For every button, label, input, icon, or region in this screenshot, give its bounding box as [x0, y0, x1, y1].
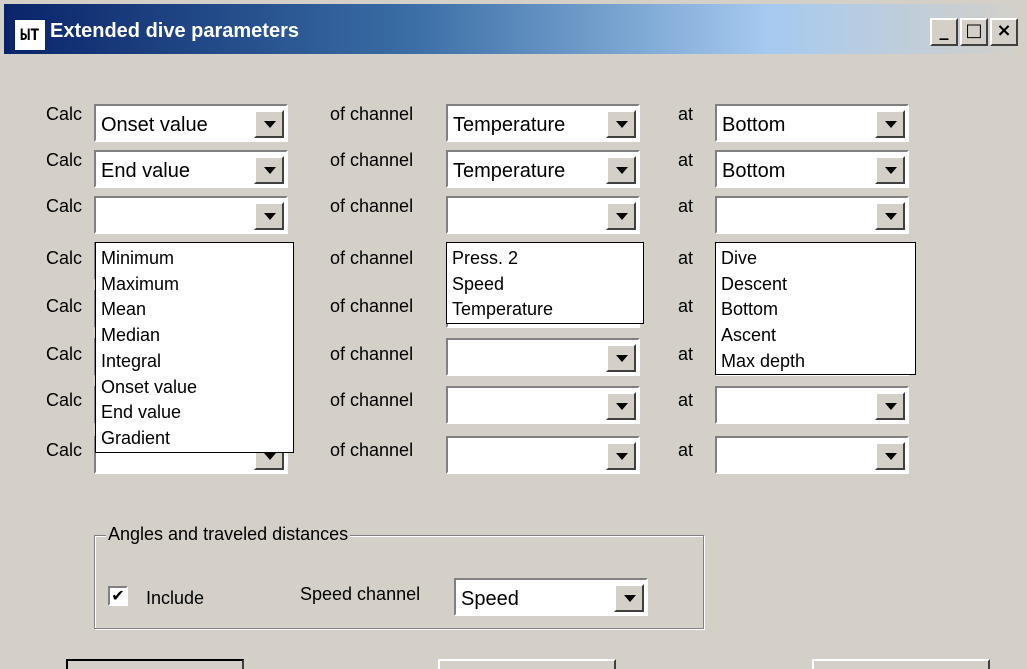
- channel-select-6[interactable]: [446, 338, 640, 376]
- calc-label: Calc: [46, 390, 83, 410]
- at-label: at: [678, 150, 694, 170]
- speed-channel-select[interactable]: Speed: [454, 578, 648, 616]
- calc-label: Calc: [46, 344, 83, 364]
- dropdown-arrow-icon[interactable]: [606, 392, 636, 420]
- at-select-3[interactable]: [715, 196, 909, 234]
- at-select-7[interactable]: [715, 386, 909, 424]
- of-channel-label: of channel: [330, 248, 414, 268]
- minimize-button[interactable]: _: [930, 18, 958, 46]
- of-channel-label: of channel: [330, 440, 414, 460]
- channel-select-value: Temperature: [453, 160, 566, 182]
- dropdown-arrow-icon[interactable]: [875, 156, 905, 184]
- dropdown-arrow-icon[interactable]: [606, 344, 636, 372]
- of-channel-label: of channel: [330, 296, 414, 316]
- calc-select-3[interactable]: [94, 196, 288, 234]
- angles-group-title: Angles and traveled distances: [106, 522, 351, 546]
- title-bar[interactable]: ЫТ Extended dive parameters _ □ ×: [4, 4, 1023, 54]
- dropdown-arrow-icon[interactable]: [875, 202, 905, 230]
- dialog-button-2[interactable]: [438, 659, 616, 669]
- calc-select-2[interactable]: End value: [94, 150, 288, 188]
- channel-select-2[interactable]: Temperature: [446, 150, 640, 188]
- channel-select-3[interactable]: [446, 196, 640, 234]
- at-dropdown-list[interactable]: Dive Descent Bottom Ascent Max depth: [715, 242, 916, 375]
- at-select-8[interactable]: [715, 436, 909, 474]
- calc-option[interactable]: Integral: [96, 349, 293, 375]
- speed-channel-label: Speed channel: [300, 584, 421, 604]
- channel-dropdown-list[interactable]: Press. 2 Speed Temperature: [446, 242, 644, 324]
- at-select-value: Bottom: [722, 114, 786, 136]
- at-select-1[interactable]: Bottom: [715, 104, 909, 142]
- at-select-2[interactable]: Bottom: [715, 150, 909, 188]
- channel-select-value: Temperature: [453, 114, 566, 136]
- at-label: at: [678, 344, 694, 364]
- dropdown-arrow-icon[interactable]: [875, 442, 905, 470]
- calc-label: Calc: [46, 150, 83, 170]
- of-channel-label: of channel: [330, 344, 414, 364]
- dropdown-arrow-icon[interactable]: [606, 202, 636, 230]
- calc-option[interactable]: Onset value: [96, 375, 293, 401]
- at-label: at: [678, 440, 694, 460]
- at-label: at: [678, 390, 694, 410]
- calc-label: Calc: [46, 196, 83, 216]
- of-channel-label: of channel: [330, 390, 414, 410]
- channel-select-7[interactable]: [446, 386, 640, 424]
- channel-select-1[interactable]: Temperature: [446, 104, 640, 142]
- include-label[interactable]: Include: [146, 588, 204, 608]
- calc-select-1[interactable]: Onset value: [94, 104, 288, 142]
- at-label: at: [678, 104, 694, 124]
- calc-select-value: Onset value: [101, 114, 208, 136]
- dropdown-arrow-icon[interactable]: [606, 442, 636, 470]
- at-option[interactable]: Max depth: [716, 349, 915, 375]
- dialog-button-1[interactable]: [66, 659, 244, 669]
- calc-option[interactable]: Maximum: [96, 272, 293, 298]
- calc-option[interactable]: Mean: [96, 297, 293, 323]
- channel-option[interactable]: Speed: [447, 272, 643, 298]
- dropdown-arrow-icon[interactable]: [254, 110, 284, 138]
- calc-option[interactable]: Minimum: [96, 246, 293, 272]
- at-option[interactable]: Bottom: [716, 297, 915, 323]
- maximize-button[interactable]: □: [960, 18, 988, 46]
- at-option[interactable]: Dive: [716, 246, 915, 272]
- calc-option[interactable]: Median: [96, 323, 293, 349]
- window-title: Extended dive parameters: [50, 20, 299, 42]
- speed-channel-value: Speed: [461, 588, 519, 610]
- calc-label: Calc: [46, 296, 83, 316]
- app-icon: ЫТ: [14, 19, 46, 51]
- calc-label: Calc: [46, 104, 83, 124]
- at-label: at: [678, 296, 694, 316]
- dropdown-arrow-icon[interactable]: [875, 392, 905, 420]
- channel-select-8[interactable]: [446, 436, 640, 474]
- at-option[interactable]: Ascent: [716, 323, 915, 349]
- include-checkbox[interactable]: ✔: [108, 586, 128, 606]
- at-label: at: [678, 248, 694, 268]
- at-select-value: Bottom: [722, 160, 786, 182]
- dropdown-arrow-icon[interactable]: [254, 156, 284, 184]
- of-channel-label: of channel: [330, 196, 414, 216]
- at-option[interactable]: Descent: [716, 272, 915, 298]
- dropdown-arrow-icon[interactable]: [875, 110, 905, 138]
- calc-label: Calc: [46, 440, 83, 460]
- close-button[interactable]: ×: [990, 18, 1018, 46]
- dropdown-arrow-icon[interactable]: [606, 110, 636, 138]
- calc-option[interactable]: Gradient: [96, 426, 293, 452]
- of-channel-label: of channel: [330, 150, 414, 170]
- of-channel-label: of channel: [330, 104, 414, 124]
- dialog-button-3[interactable]: [812, 659, 990, 669]
- channel-option[interactable]: Press. 2: [447, 246, 643, 272]
- at-label: at: [678, 196, 694, 216]
- calc-dropdown-list[interactable]: Minimum Maximum Mean Median Integral Ons…: [95, 242, 294, 453]
- dropdown-arrow-icon[interactable]: [614, 584, 644, 612]
- calc-label: Calc: [46, 248, 83, 268]
- dropdown-arrow-icon[interactable]: [606, 156, 636, 184]
- calc-option[interactable]: End value: [96, 400, 293, 426]
- calc-select-value: End value: [101, 160, 190, 182]
- channel-option[interactable]: Temperature: [447, 297, 643, 323]
- dropdown-arrow-icon[interactable]: [254, 202, 284, 230]
